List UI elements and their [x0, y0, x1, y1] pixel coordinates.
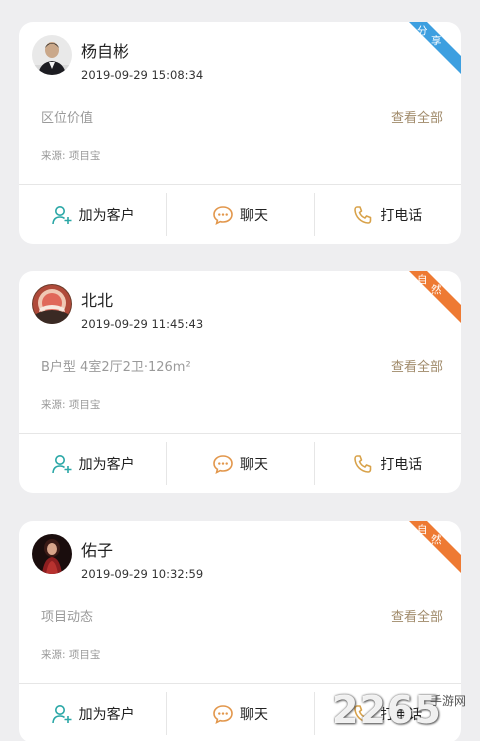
traffic-ribbon: 自 然 流 量 — [400, 521, 461, 582]
ribbon-char: 量 — [436, 315, 447, 327]
traffic-ribbon: 分 享 流 量 — [400, 22, 461, 83]
chat-bubble-icon — [212, 453, 234, 475]
action-bar: 加为客户 聊天 打电话 — [19, 185, 461, 244]
ribbon-char: 自 — [417, 274, 428, 286]
ribbon-char: 自 — [417, 524, 428, 536]
ribbon-char: 流 — [422, 54, 433, 66]
chat-button[interactable]: 聊天 — [166, 684, 313, 741]
phone-icon — [352, 204, 374, 226]
phone-icon — [352, 453, 374, 475]
view-all-link[interactable]: 查看全部 — [391, 107, 443, 126]
source-label: 来源: 项目宝 — [41, 150, 101, 162]
avatar[interactable] — [32, 284, 72, 324]
chat-bubble-icon — [212, 703, 234, 725]
user-name: 北北 — [81, 291, 114, 310]
watermark-site-name: 手游网 — [430, 694, 467, 708]
add-customer-button[interactable]: 加为客户 — [19, 684, 166, 741]
add-user-icon — [51, 204, 73, 226]
add-user-icon — [51, 703, 73, 725]
ribbon-char: 然 — [431, 284, 442, 296]
add-customer-button[interactable]: 加为客户 — [19, 434, 166, 493]
traffic-ribbon: 自 然 流 量 — [400, 271, 461, 332]
ribbon-char: 流 — [422, 303, 433, 315]
feed-card[interactable]: 北北 2019-09-29 11:45:43 B户型 4室2厅2卫·126m² … — [19, 271, 461, 493]
call-label: 打电话 — [380, 207, 423, 224]
view-all-link[interactable]: 查看全部 — [391, 356, 443, 375]
ribbon-char: 然 — [431, 534, 442, 546]
add-customer-label: 加为客户 — [78, 456, 135, 473]
feed-card[interactable]: 杨自彬 2019-09-29 15:08:34 区位价值 查看全部 来源: 项目… — [19, 22, 461, 244]
watermark-logo: 2265 — [332, 688, 442, 732]
avatar[interactable] — [32, 534, 72, 574]
call-button[interactable]: 打电话 — [313, 185, 461, 244]
ribbon-char: 分 — [417, 25, 428, 37]
chat-bubble-icon — [212, 204, 234, 226]
chat-label: 聊天 — [239, 456, 268, 473]
content-title: B户型 4室2厅2卫·126m² — [41, 360, 191, 375]
add-customer-label: 加为客户 — [78, 207, 135, 224]
add-user-icon — [51, 453, 73, 475]
ribbon-char: 量 — [436, 565, 447, 577]
site-watermark: 2265 手游网 — [326, 686, 480, 741]
chat-label: 聊天 — [239, 706, 268, 723]
source-label: 来源: 项目宝 — [41, 649, 101, 661]
view-all-link[interactable]: 查看全部 — [391, 606, 443, 625]
ribbon-char: 量 — [436, 66, 447, 78]
chat-button[interactable]: 聊天 — [166, 185, 313, 244]
chat-button[interactable]: 聊天 — [166, 434, 313, 493]
action-bar: 加为客户 聊天 打电话 — [19, 434, 461, 493]
call-label: 打电话 — [380, 456, 423, 473]
timestamp: 2019-09-29 15:08:34 — [81, 68, 204, 82]
ribbon-char: 享 — [431, 35, 442, 47]
user-name: 佑子 — [81, 541, 114, 560]
add-customer-label: 加为客户 — [78, 706, 135, 723]
add-customer-button[interactable]: 加为客户 — [19, 185, 166, 244]
user-name: 杨自彬 — [81, 42, 130, 61]
content-title: 区位价值 — [41, 111, 94, 126]
timestamp: 2019-09-29 10:32:59 — [81, 567, 204, 581]
avatar[interactable] — [32, 35, 72, 75]
source-label: 来源: 项目宝 — [41, 399, 101, 411]
content-title: 项目动态 — [41, 610, 94, 625]
call-button[interactable]: 打电话 — [313, 434, 461, 493]
chat-label: 聊天 — [239, 207, 268, 224]
ribbon-char: 流 — [422, 553, 433, 565]
timestamp: 2019-09-29 11:45:43 — [81, 317, 204, 331]
